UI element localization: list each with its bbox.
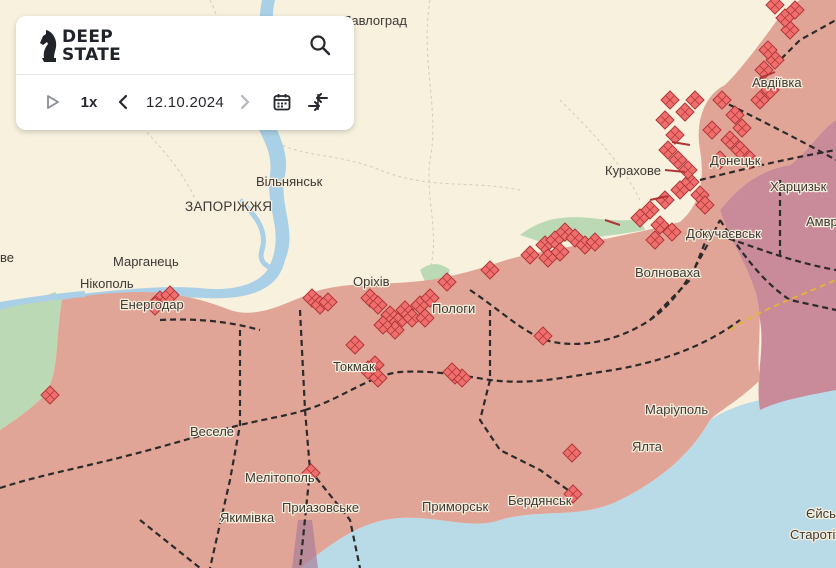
label-marhanets: Марганець	[113, 254, 179, 269]
calendar-button[interactable]	[270, 82, 294, 122]
speed-button[interactable]: 1x	[76, 82, 102, 122]
label-yalta: Ялта	[632, 439, 663, 454]
control-panel: DEEP STATE 1x 12.10.2024	[16, 16, 354, 130]
prev-date-button[interactable]	[114, 82, 132, 122]
date-display[interactable]: 12.10.2024	[144, 82, 226, 122]
label-volnovakha: Волноваха	[635, 265, 701, 280]
logo-text: DEEP STATE	[62, 28, 121, 64]
next-date-button[interactable]	[236, 82, 254, 122]
play-icon	[47, 95, 59, 109]
knight-chess-icon	[40, 30, 57, 62]
panel-header: DEEP STATE	[16, 16, 354, 75]
label-kurakhove: Курахове	[605, 163, 661, 178]
label-tokmak: Токмак	[333, 359, 375, 374]
compare-arrows-icon	[308, 93, 328, 111]
label-melitopol: Мелітополь	[245, 470, 315, 485]
label-orikhiv: Оріхів	[353, 274, 390, 289]
logo[interactable]: DEEP STATE	[38, 26, 158, 66]
label-pryazovske: Приазовське	[282, 500, 359, 515]
label-vesele: Веселе	[190, 424, 234, 439]
label-west-edge: ве	[0, 250, 14, 265]
logo-line-1: DEEP	[62, 27, 113, 47]
label-zaporizhzhia: ЗАПОРІЖЖЯ	[185, 199, 272, 214]
search-icon[interactable]	[308, 33, 332, 57]
label-vilniansk: Вільнянськ	[256, 174, 323, 189]
chevron-right-icon	[240, 94, 250, 110]
label-avdiivka: Авдіївка	[752, 75, 802, 90]
label-yeisk: Єйськ	[806, 506, 836, 521]
label-berdiansk: Бердянськ	[508, 493, 572, 508]
calendar-icon	[273, 94, 291, 111]
label-prymorsk: Приморськ	[422, 499, 489, 514]
label-yakymivka: Якимівка	[220, 510, 275, 525]
label-donetsk: Донецьк	[710, 153, 761, 168]
compare-button[interactable]	[304, 82, 332, 122]
logo-line-2: STATE	[62, 45, 122, 65]
label-enerhodar: Енергодар	[120, 297, 184, 312]
chevron-left-icon	[118, 94, 128, 110]
label-polohy: Пологи	[432, 301, 475, 316]
label-amvrosiivka: Амвросіївка	[806, 214, 836, 229]
label-starotitarovka: Старотітарівська	[790, 527, 836, 542]
label-mariupol: Маріуполь	[645, 402, 708, 417]
label-khartsyzk: Харцизьк	[770, 179, 827, 194]
play-button[interactable]	[42, 82, 64, 122]
label-nikopol: Нікополь	[80, 276, 134, 291]
label-dokuchaievsk: Докучаєвськ	[686, 226, 761, 241]
